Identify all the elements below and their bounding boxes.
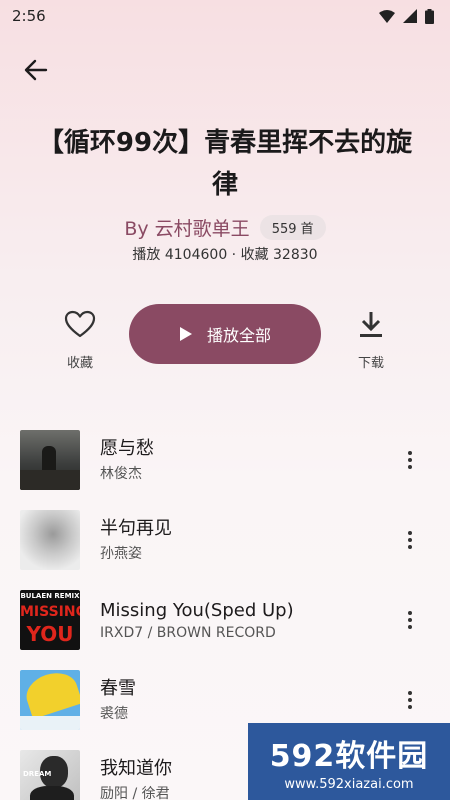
more-options-button[interactable] [400, 687, 420, 713]
song-artist: 励阳 / 徐君 [100, 786, 170, 800]
song-artist: 孙燕姿 [100, 546, 142, 562]
status-icons [379, 8, 434, 24]
status-time: 2:56 [12, 7, 46, 25]
song-row[interactable]: 半句再见 孙燕姿 [0, 500, 450, 580]
song-title: 愿与愁 [100, 438, 154, 459]
play-all-label: 播放全部 [206, 326, 271, 345]
playlist-title: 【循环99次】青春里挥不去的旋律 [37, 128, 413, 200]
song-row[interactable]: BULAEN REMIX MISSING YOU Missing You(Spe… [0, 580, 450, 660]
cover-text: YOU [26, 622, 74, 646]
song-count-badge: 559 首 [259, 214, 326, 240]
playlist-author-link[interactable]: By 云村歌单王 [124, 214, 249, 241]
more-options-button[interactable] [400, 527, 420, 553]
download-icon [360, 312, 382, 337]
action-row: 收藏 播放全部 下载 [0, 300, 450, 380]
song-title: Missing You(Sped Up) [100, 600, 294, 621]
wifi-icon [379, 9, 395, 23]
song-title: 春雪 [100, 678, 136, 699]
status-bar: 2:56 [0, 0, 450, 32]
playlist-stats: 播放 4104600 · 收藏 32830 [132, 247, 318, 263]
watermark-logo: 592软件园 www.592xiazai.com [248, 723, 450, 800]
arrow-back-icon [24, 59, 48, 81]
play-all-button[interactable]: 播放全部 [129, 304, 321, 364]
cover-text: MISSING [20, 604, 80, 620]
cover-text: DREAM [23, 770, 52, 778]
author-row: By 云村歌单王 559 首 [0, 212, 450, 242]
album-cover: BULAEN REMIX MISSING YOU [20, 590, 80, 650]
song-artist: IRXD7 / BROWN RECORD [100, 625, 276, 641]
more-options-button[interactable] [400, 607, 420, 633]
play-icon [179, 327, 192, 341]
back-button[interactable] [20, 56, 52, 84]
song-artist: 林俊杰 [100, 466, 142, 482]
album-cover: DREAM [20, 750, 80, 800]
download-label: 下载 [357, 356, 384, 371]
cover-text: BULAEN REMIX [20, 592, 80, 600]
favorite-button[interactable]: 收藏 [50, 310, 110, 371]
favorite-label: 收藏 [66, 356, 93, 371]
song-title: 我知道你 [100, 758, 172, 779]
download-button[interactable]: 下载 [341, 310, 401, 371]
song-row[interactable]: 愿与愁 林俊杰 [0, 420, 450, 500]
album-cover [20, 670, 80, 730]
watermark-brand: 592软件园 [269, 739, 429, 774]
album-cover [20, 430, 80, 490]
more-options-button[interactable] [400, 447, 420, 473]
song-title: 半句再见 [100, 518, 172, 539]
signal-icon [403, 9, 417, 23]
song-artist: 裘德 [100, 706, 128, 722]
album-cover [20, 510, 80, 570]
heart-icon [64, 310, 96, 338]
battery-icon [425, 8, 434, 24]
watermark-url: www.592xiazai.com [284, 777, 414, 792]
